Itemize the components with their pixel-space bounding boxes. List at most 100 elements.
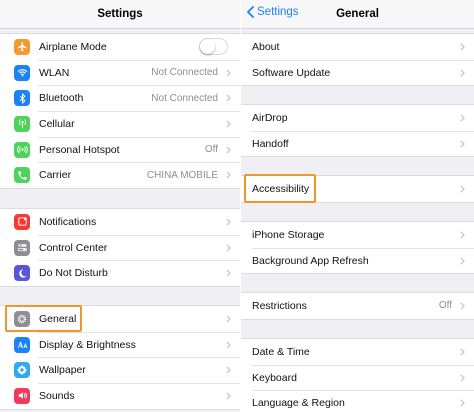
general-row-background-app-refresh[interactable]: Background App Refresh: [241, 247, 474, 274]
gear-icon: [14, 310, 30, 327]
chevron-right-icon: [226, 366, 231, 375]
settings-row-control-center[interactable]: Control Center: [0, 234, 240, 261]
connectivity-group: Airplane Mode WLAN Not Connected Bluetoo…: [0, 33, 240, 190]
wallpaper-icon: [14, 362, 30, 379]
general-row-label: Restrictions: [252, 299, 307, 312]
general-row-label: Keyboard: [252, 371, 297, 384]
chevron-right-icon: [460, 114, 465, 122]
sounds-icon: [14, 387, 30, 404]
chevron-right-icon: [226, 341, 231, 349]
general-row-label: Software Update: [252, 66, 331, 79]
hotspot-icon: [14, 141, 30, 158]
general-row-airdrop[interactable]: AirDrop: [241, 105, 474, 131]
about-group: About Software Update: [241, 33, 474, 87]
chevron-right-icon: [460, 69, 465, 77]
general-pane: Settings General About Software Update A…: [241, 0, 474, 412]
settings-row-sounds[interactable]: Sounds: [0, 383, 240, 409]
general-row-label: Background App Refresh: [252, 254, 369, 267]
chevron-right-icon: [226, 69, 231, 77]
settings-row-value: CHINA MOBILE: [146, 169, 218, 181]
general-row-label: Handoff: [252, 137, 289, 150]
settings-row-personal-hotspot[interactable]: Personal Hotspot Off: [0, 136, 240, 163]
chevron-right-icon: [460, 374, 465, 382]
page-title: Settings: [97, 8, 143, 20]
settings-row-wlan[interactable]: WLAN Not Connected: [0, 59, 240, 86]
general-row-date-time[interactable]: Date & Time: [241, 339, 474, 365]
general-group: General Display & Brightness Wallpaper S…: [0, 305, 240, 410]
settings-row-general[interactable]: General: [0, 306, 240, 332]
airplane-icon: [14, 38, 30, 55]
chevron-right-icon: [226, 315, 231, 323]
page-title: General: [336, 8, 379, 20]
settings-row-label: Cellular: [39, 117, 75, 130]
settings-row-bluetooth[interactable]: Bluetooth Not Connected: [0, 85, 240, 111]
settings-row-value: Not Connected: [151, 67, 218, 79]
settings-row-display-brightness[interactable]: Display & Brightness: [0, 331, 240, 358]
wifi-icon: [14, 64, 30, 81]
chevron-right-icon: [460, 399, 465, 408]
settings-row-value: Off: [204, 144, 218, 156]
settings-navbar: Settings: [0, 0, 240, 29]
general-row-accessibility[interactable]: Accessibility: [241, 176, 474, 202]
moon-icon: [14, 265, 30, 282]
chevron-right-icon: [460, 302, 465, 310]
display-icon: [14, 336, 30, 353]
settings-row-label: Do Not Disturb: [39, 267, 108, 280]
general-row-software-update[interactable]: Software Update: [241, 59, 474, 86]
general-row-label: Date & Time: [252, 345, 310, 358]
date-group: Date & Time Keyboard Language & Region: [241, 338, 474, 412]
settings-row-label: Wallpaper: [39, 364, 86, 377]
toggle-knob: [200, 39, 215, 54]
settings-row-label: Notifications: [39, 215, 97, 228]
storage-group: iPhone Storage Background App Refresh: [241, 221, 474, 275]
settings-row-label: Display & Brightness: [39, 338, 136, 351]
general-row-language-region[interactable]: Language & Region: [241, 390, 474, 412]
settings-row-notifications[interactable]: Notifications: [0, 209, 240, 235]
settings-row-label: Control Center: [39, 241, 108, 254]
chevron-right-icon: [460, 348, 465, 356]
settings-row-do-not-disturb[interactable]: Do Not Disturb: [0, 260, 240, 286]
chevron-right-icon: [226, 120, 231, 128]
settings-row-carrier[interactable]: Carrier CHINA MOBILE: [0, 162, 240, 188]
general-row-iphone-storage[interactable]: iPhone Storage: [241, 222, 474, 248]
airplane-mode-toggle[interactable]: [199, 38, 228, 55]
settings-row-label: Personal Hotspot: [39, 143, 120, 156]
settings-row-label: Airplane Mode: [39, 40, 107, 53]
general-navbar: Settings General: [241, 0, 474, 29]
chevron-right-icon: [226, 244, 231, 252]
settings-row-value: Not Connected: [151, 92, 218, 104]
airdrop-group: AirDrop Handoff: [241, 104, 474, 158]
restrictions-group: Restrictions Off: [241, 292, 474, 320]
general-row-label: About: [252, 40, 280, 53]
settings-row-airplane-mode[interactable]: Airplane Mode: [0, 34, 240, 60]
settings-row-label: Carrier: [39, 169, 72, 182]
phone-icon: [14, 167, 30, 184]
general-row-about[interactable]: About: [241, 34, 474, 60]
settings-row-wallpaper[interactable]: Wallpaper: [0, 357, 240, 383]
chevron-right-icon: [460, 185, 465, 193]
settings-row-label: WLAN: [39, 66, 70, 79]
settings-row-cellular[interactable]: Cellular: [0, 111, 240, 137]
chevron-right-icon: [460, 257, 465, 265]
chevron-right-icon: [460, 231, 465, 239]
general-row-value: Off: [438, 300, 452, 312]
settings-row-label: Sounds: [39, 389, 75, 402]
general-row-keyboard[interactable]: Keyboard: [241, 364, 474, 391]
bluetooth-icon: [14, 90, 30, 107]
chevron-right-icon: [226, 392, 231, 400]
settings-pane: Settings Airplane Mode WLAN Not Connecte…: [0, 0, 240, 412]
chevron-right-icon: [226, 171, 231, 180]
accessibility-group: Accessibility: [241, 175, 474, 203]
general-row-handoff[interactable]: Handoff: [241, 130, 474, 157]
general-row-label: Language & Region: [252, 397, 345, 410]
chevron-right-icon: [226, 94, 231, 103]
chevron-right-icon: [226, 146, 231, 154]
general-row-label: AirDrop: [252, 111, 288, 124]
general-row-restrictions[interactable]: Restrictions Off: [241, 293, 474, 319]
notifications-group: Notifications Control Center Do Not Dist…: [0, 208, 240, 288]
general-row-label: Accessibility: [252, 182, 310, 195]
control-center-icon: [14, 239, 30, 256]
notifications-icon: [14, 213, 30, 230]
chevron-right-icon: [226, 218, 231, 226]
chevron-right-icon: [226, 269, 231, 278]
